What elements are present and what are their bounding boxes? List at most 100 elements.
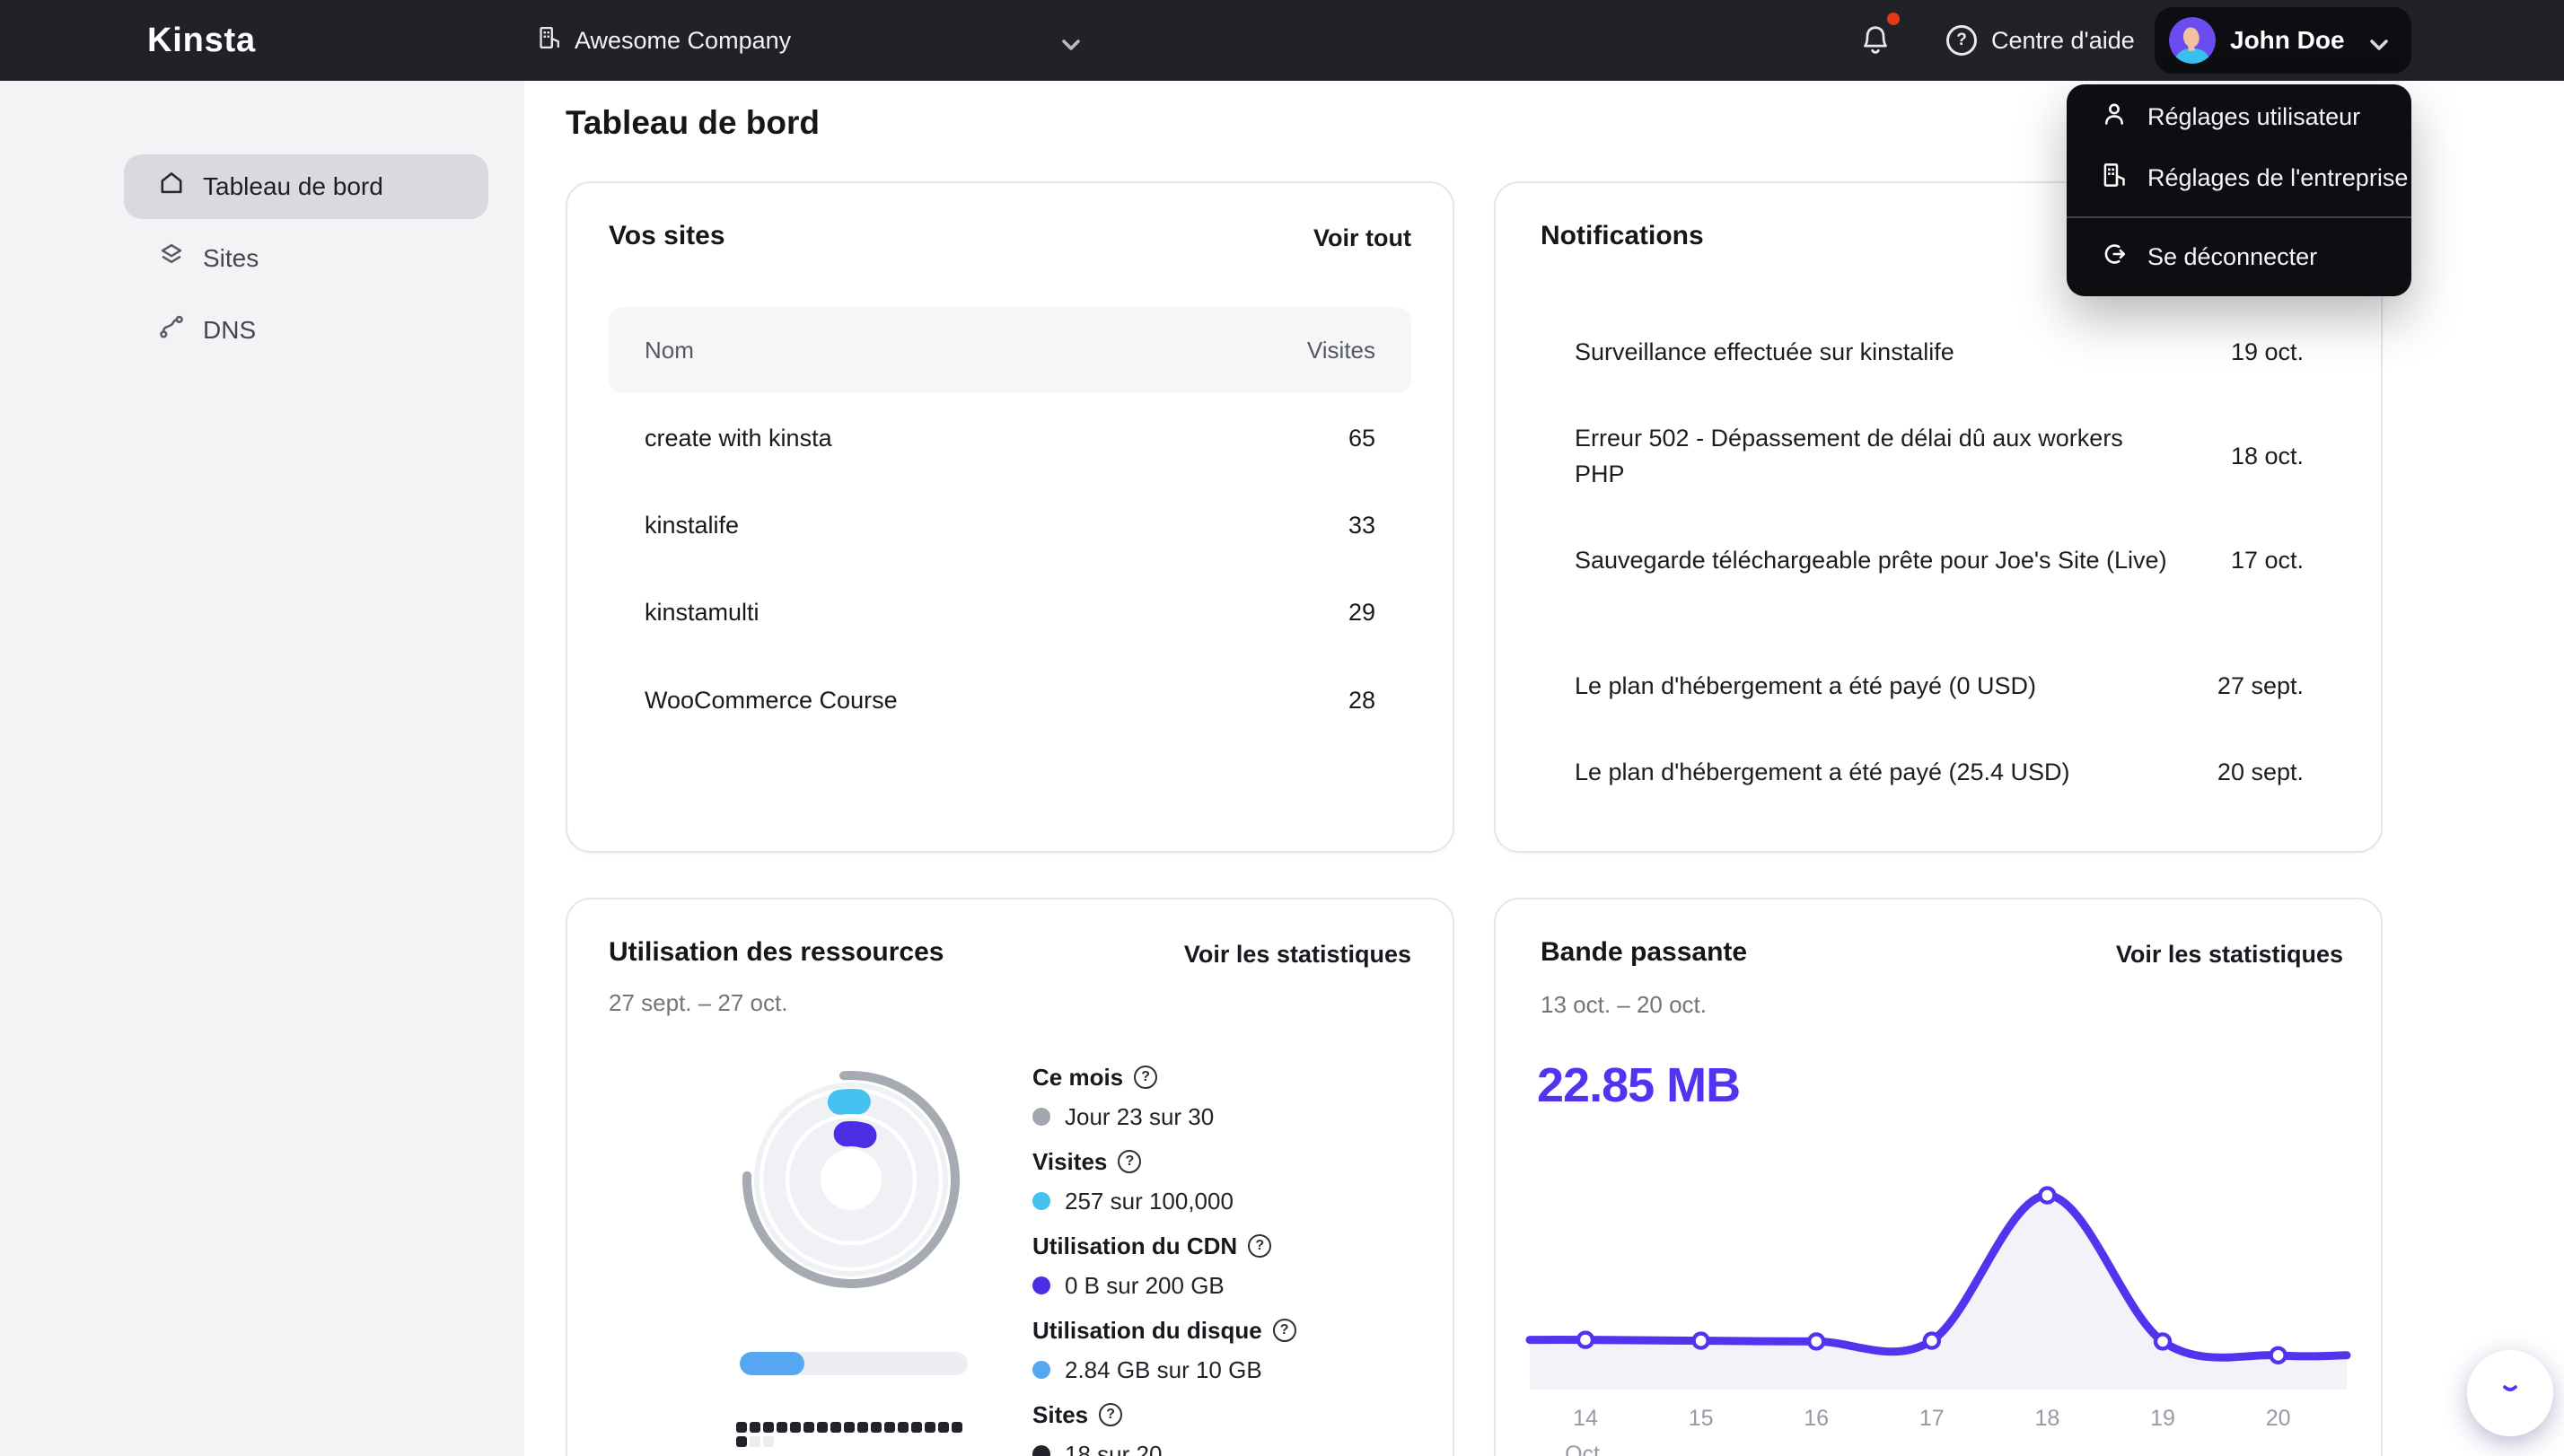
stat-visits: Visites 257 sur 100,000 bbox=[1032, 1147, 1296, 1215]
chevron-down-icon bbox=[2370, 24, 2388, 57]
view-all-link[interactable]: Voir tout bbox=[1313, 224, 1411, 252]
sidebar-item-dns[interactable]: DNS bbox=[124, 298, 488, 363]
live-chat-button[interactable] bbox=[2467, 1350, 2553, 1436]
date-range: 13 oct. – 20 oct. bbox=[1541, 991, 1708, 1018]
notification-text: Erreur 502 - Dépassement de délai dû aux… bbox=[1575, 425, 2123, 487]
resource-donut-chart bbox=[742, 1071, 960, 1288]
resource-stats-list: Ce mois Jour 23 sur 30 Visites 257 sur 1… bbox=[1032, 1063, 1296, 1456]
notification-text: Le plan d'hébergement a été payé (0 USD) bbox=[1575, 672, 2036, 699]
menu-item-label: Se déconnecter bbox=[2147, 242, 2318, 270]
company-selector[interactable]: Awesome Company bbox=[537, 0, 1080, 81]
top-navbar: Kinsta Awesome Company ? Centre d'aide J… bbox=[0, 0, 2564, 81]
help-center-link[interactable]: Centre d'aide bbox=[1946, 0, 2135, 81]
site-row[interactable]: kinstalife 33 bbox=[609, 482, 1411, 569]
site-visits: 28 bbox=[1348, 686, 1375, 714]
sidebar-item-label: DNS bbox=[203, 316, 257, 344]
notification-date: 27 sept. bbox=[2217, 671, 2304, 699]
menu-item-user-settings[interactable]: Réglages utilisateur bbox=[2067, 86, 2411, 147]
site-slot bbox=[897, 1422, 909, 1434]
site-visits: 29 bbox=[1348, 599, 1375, 627]
question-circle-icon bbox=[1946, 25, 1977, 56]
user-dropdown-menu: Réglages utilisateur Réglages de l'entre… bbox=[2067, 84, 2411, 296]
x-tick-label: 20 bbox=[2265, 1406, 2291, 1431]
home-icon bbox=[158, 170, 185, 204]
card-title: Utilisation des ressources bbox=[609, 937, 944, 967]
x-axis-month-label: Oct. bbox=[1565, 1442, 1606, 1456]
site-row[interactable]: WooCommerce Course 28 bbox=[609, 657, 1411, 744]
company-name: Awesome Company bbox=[575, 26, 792, 54]
x-tick-label: 18 bbox=[2034, 1406, 2060, 1431]
notification-row[interactable]: Le plan d'hébergement a été payé (0 USD)… bbox=[1575, 668, 2304, 704]
user-menu-button[interactable]: John Doe bbox=[2155, 7, 2411, 74]
dns-route-icon bbox=[158, 313, 185, 347]
data-point bbox=[2038, 1186, 2057, 1205]
stat-label: Ce mois bbox=[1032, 1063, 1124, 1091]
menu-item-logout[interactable]: Se déconnecter bbox=[2067, 226, 2411, 287]
site-slot bbox=[736, 1422, 748, 1434]
kinsta-logo[interactable]: Kinsta bbox=[147, 0, 256, 81]
site-name: kinstalife bbox=[645, 512, 740, 539]
view-statistics-link[interactable]: Voir les statistiques bbox=[2116, 941, 2343, 969]
unread-notification-dot bbox=[1887, 13, 1900, 25]
view-statistics-link[interactable]: Voir les statistiques bbox=[1184, 941, 1411, 969]
stat-label: Visites bbox=[1032, 1147, 1108, 1175]
menu-divider bbox=[2067, 216, 2411, 218]
data-point bbox=[2269, 1346, 2287, 1365]
stat-value: 0 B sur 200 GB bbox=[1065, 1271, 1225, 1299]
notification-row[interactable]: Sauvegarde téléchargeable prête pour Joe… bbox=[1575, 542, 2304, 578]
card-title: Notifications bbox=[1541, 221, 1704, 250]
logout-icon bbox=[2101, 241, 2128, 274]
help-icon[interactable] bbox=[1248, 1234, 1272, 1258]
column-visits: Visites bbox=[1306, 336, 1375, 364]
legend-dot bbox=[1032, 1108, 1050, 1126]
bandwidth-line-chart bbox=[1525, 1186, 2351, 1390]
site-name: WooCommerce Course bbox=[645, 686, 898, 714]
user-name: John Doe bbox=[2230, 26, 2345, 54]
site-slot bbox=[843, 1422, 856, 1434]
help-icon[interactable] bbox=[1134, 1066, 1158, 1089]
legend-dot bbox=[1032, 1445, 1050, 1456]
sites-table-body: create with kinsta 65 kinstalife 33 kins… bbox=[609, 395, 1411, 744]
resource-usage-card: Utilisation des ressources Voir les stat… bbox=[566, 898, 1454, 1456]
stat-disk: Utilisation du disque 2.84 GB sur 10 GB bbox=[1032, 1316, 1296, 1384]
stat-value: 18 sur 20 bbox=[1065, 1440, 1163, 1456]
site-row[interactable]: create with kinsta 65 bbox=[609, 395, 1411, 482]
sidebar-item-dashboard[interactable]: Tableau de bord bbox=[124, 154, 488, 219]
building-icon bbox=[2101, 162, 2128, 195]
help-icon[interactable] bbox=[1099, 1403, 1123, 1426]
sites-slots-grid bbox=[736, 1422, 966, 1448]
legend-dot bbox=[1032, 1192, 1050, 1210]
notification-row[interactable]: Erreur 502 - Dépassement de délai dû aux… bbox=[1575, 420, 2304, 492]
x-axis-ticks: 14 15 16 17 18 19 20 bbox=[1530, 1406, 2347, 1434]
menu-item-company-settings[interactable]: Réglages de l'entreprise bbox=[2067, 147, 2411, 208]
legend-dot bbox=[1032, 1276, 1050, 1294]
help-center-label: Centre d'aide bbox=[1991, 26, 2135, 54]
site-slot bbox=[736, 1435, 748, 1448]
notification-row[interactable]: Surveillance effectuée sur kinstalife 19… bbox=[1575, 334, 2304, 370]
site-slot bbox=[816, 1422, 829, 1434]
mykinsta-dashboard: Kinsta Awesome Company ? Centre d'aide J… bbox=[0, 0, 2564, 1456]
chart-data-points bbox=[1576, 1186, 2287, 1365]
site-row[interactable]: kinstamulti 29 bbox=[609, 569, 1411, 656]
site-slot bbox=[803, 1422, 815, 1434]
x-tick-label: 14 bbox=[1573, 1406, 1598, 1431]
sidebar: Tableau de bord Sites DNS bbox=[0, 81, 524, 1456]
notification-text: Le plan d'hébergement a été payé (25.4 U… bbox=[1575, 759, 2070, 785]
stat-cdn: Utilisation du CDN 0 B sur 200 GB bbox=[1032, 1232, 1296, 1300]
person-icon bbox=[2101, 101, 2128, 134]
site-slot bbox=[924, 1422, 936, 1434]
x-tick-label: 16 bbox=[1804, 1406, 1830, 1431]
site-slot bbox=[762, 1422, 775, 1434]
menu-item-label: Réglages utilisateur bbox=[2147, 102, 2361, 130]
sites-table-header: Nom Visites bbox=[609, 307, 1411, 393]
site-slot bbox=[789, 1422, 802, 1434]
bell-icon bbox=[1860, 26, 1891, 64]
help-icon[interactable] bbox=[1272, 1319, 1296, 1342]
help-icon[interactable] bbox=[1118, 1150, 1142, 1173]
notifications-bell-button[interactable] bbox=[1860, 13, 1900, 59]
chat-bubble-icon bbox=[2489, 1368, 2532, 1418]
site-name: kinstamulti bbox=[645, 599, 760, 627]
data-point bbox=[1576, 1330, 1595, 1349]
notification-row[interactable]: Le plan d'hébergement a été payé (25.4 U… bbox=[1575, 754, 2304, 790]
sidebar-item-sites[interactable]: Sites bbox=[124, 226, 488, 291]
